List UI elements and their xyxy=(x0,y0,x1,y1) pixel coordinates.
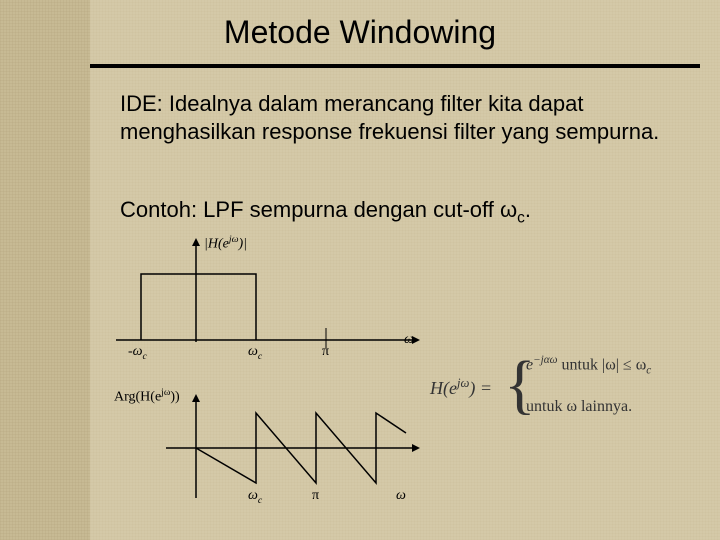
g1-omega: ω xyxy=(404,332,414,348)
para2-suffix: . xyxy=(525,197,531,222)
para2-cutoff: ω xyxy=(500,197,517,222)
g2-wc: ωc xyxy=(248,488,262,506)
paragraph-example: Contoh: LPF sempurna dengan cut-off ωc. xyxy=(120,196,680,228)
g2-omega: ω xyxy=(396,488,406,504)
g1-pi: π xyxy=(322,344,329,360)
magnitude-plot xyxy=(106,232,426,372)
paragraph-idea: IDE: Idealnya dalam merancang filter kit… xyxy=(120,90,680,145)
phase-plot xyxy=(106,388,426,518)
g2-ylabel: Arg(H(ejω)) xyxy=(114,387,180,406)
para2-prefix: Contoh: LPF sempurna dengan cut-off xyxy=(120,197,500,222)
formula-case1: e−jαω untuk |ω| ≤ ωc xyxy=(526,354,651,377)
g1-ylabel: |H(ejω)| xyxy=(204,234,247,253)
left-decoration-strip xyxy=(0,0,90,540)
formula-lhs: H(ejω) = xyxy=(430,376,492,399)
title-underline xyxy=(90,64,700,68)
g1-wc: ωc xyxy=(248,344,262,362)
graphs-area: |H(ejω)| -ωc ωc π ω Arg(H(ejω)) ωc π ω xyxy=(106,232,426,532)
g2-pi: π xyxy=(312,488,319,504)
g1-neg-wc: -ωc xyxy=(128,344,147,362)
formula-case2: untuk ω lainnya. xyxy=(526,398,632,416)
page-title: Metode Windowing xyxy=(0,14,720,51)
para2-cutoff-sub: c xyxy=(517,209,525,226)
transfer-function-formula: H(ejω) = { e−jαω untuk |ω| ≤ ωc untuk ω … xyxy=(430,346,710,432)
